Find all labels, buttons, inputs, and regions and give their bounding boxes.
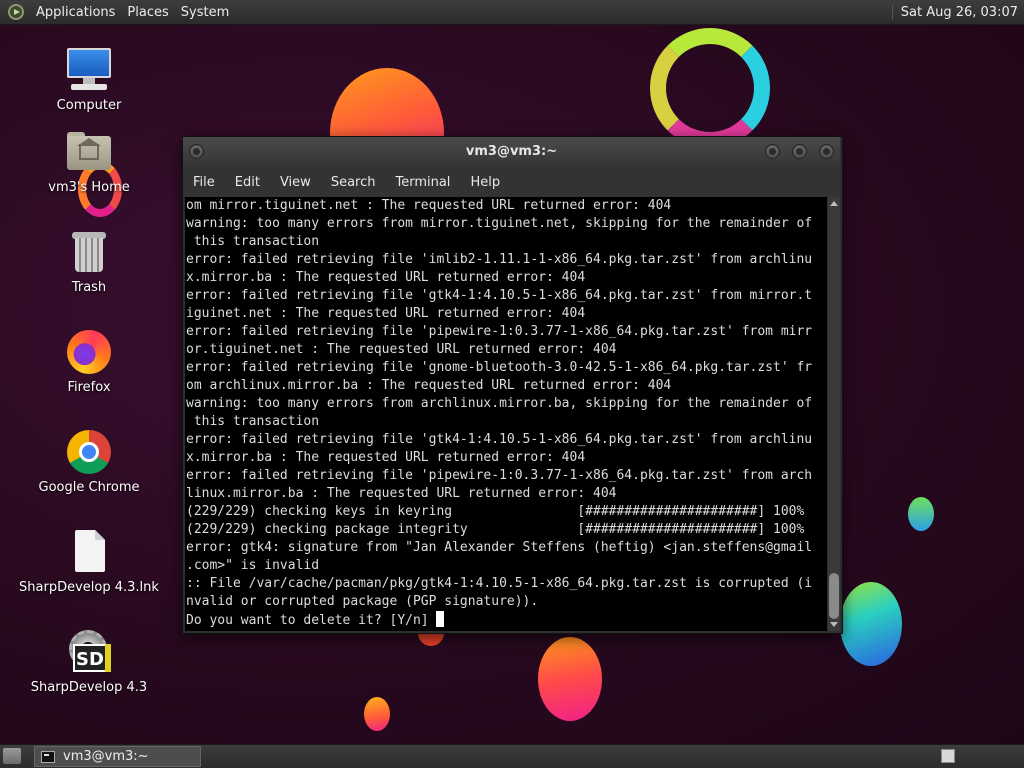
terminal-line: this transaction [186, 234, 320, 249]
terminal-line: error: failed retrieving file 'pipewire-… [186, 468, 813, 483]
file-icon [65, 528, 113, 576]
main-menu-icon[interactable] [8, 4, 24, 20]
window-title: vm3@vm3:~ [465, 144, 558, 159]
terminal-line: (229/229) checking package integrity [##… [186, 522, 805, 537]
terminal-line: (229/229) checking keys in keyring [####… [186, 504, 805, 519]
terminal-line: error: failed retrieving file 'gtk4-1:4.… [186, 432, 813, 447]
show-desktop-icon[interactable] [3, 748, 21, 764]
terminal-line: Do you want to delete it? [Y/n] [185, 611, 827, 629]
desktop-icon-sharpdevelop-lnk[interactable]: SharpDevelop 4.3.lnk [14, 528, 164, 595]
terminal-line: or.tiguinet.net : The requested URL retu… [186, 342, 617, 357]
terminal-line: error: failed retrieving file 'gtk4-1:4.… [186, 288, 813, 303]
decorative-bubble [364, 697, 390, 731]
menu-terminal[interactable]: Terminal [385, 175, 460, 190]
terminal-line: error: failed retrieving file 'gnome-blu… [186, 360, 813, 375]
menu-file[interactable]: File [183, 175, 225, 190]
desktop-icon-label: SharpDevelop 4.3 [30, 680, 148, 695]
terminal-scrollbar[interactable] [828, 197, 840, 631]
system-menu[interactable]: System [175, 5, 235, 20]
top-panel: Applications Places System Sat Aug 26, 0… [0, 0, 1024, 25]
maximize-button[interactable] [792, 144, 807, 159]
decorative-bubble [840, 582, 902, 666]
desktop-icon-label: Google Chrome [38, 480, 140, 495]
taskbar-item-label: vm3@vm3:~ [63, 749, 149, 764]
home-folder-icon [65, 128, 113, 176]
terminal-window: vm3@vm3:~ File Edit View Search Terminal… [182, 136, 843, 634]
scroll-thumb[interactable] [829, 573, 839, 619]
desktop-icon-label: vm3's Home [48, 180, 130, 195]
decorative-bubble [908, 497, 934, 531]
close-button[interactable] [819, 144, 834, 159]
scroll-down-arrow-icon[interactable] [830, 622, 838, 627]
desktop-icon-sharpdevelop[interactable]: SD SharpDevelop 4.3 [14, 628, 164, 695]
decorative-bubble [538, 637, 602, 721]
terminal-icon [41, 750, 55, 763]
terminal-line: iguinet.net : The requested URL returned… [186, 306, 586, 321]
terminal-line: error: gtk4: signature from "Jan Alexand… [186, 540, 813, 555]
desktop-icon-label: Trash [71, 280, 107, 295]
terminal-line: nvalid or corrupted package (PGP signatu… [186, 594, 539, 609]
terminal-line: .com>" is invalid [186, 558, 320, 573]
window-menu-icon[interactable] [189, 144, 204, 159]
terminal-output[interactable]: om mirror.tiguinet.net : The requested U… [185, 197, 827, 631]
minimize-button[interactable] [765, 144, 780, 159]
desktop-icon-firefox[interactable]: Firefox [14, 328, 164, 395]
chrome-icon [65, 428, 113, 476]
terminal-line: warning: too many errors from archlinux.… [186, 396, 813, 411]
computer-icon [65, 46, 113, 94]
menu-help[interactable]: Help [460, 175, 510, 190]
terminal-line: x.mirror.ba : The requested URL returned… [186, 450, 586, 465]
terminal-line: error: failed retrieving file 'imlib2-1.… [186, 252, 813, 267]
desktop-icon-trash[interactable]: Trash [14, 228, 164, 295]
terminal-line: linux.mirror.ba : The requested URL retu… [186, 486, 617, 501]
terminal-line: om archlinux.mirror.ba : The requested U… [186, 378, 672, 393]
menu-edit[interactable]: Edit [225, 175, 270, 190]
menu-search[interactable]: Search [321, 175, 386, 190]
terminal-line: om mirror.tiguinet.net : The requested U… [186, 198, 672, 213]
desktop-icon-label: SharpDevelop 4.3.lnk [19, 580, 159, 595]
desktop-icon-label: Computer [56, 98, 122, 113]
bottom-panel: vm3@vm3:~ [0, 744, 1024, 768]
firefox-icon [65, 328, 113, 376]
desktop-icon-chrome[interactable]: Google Chrome [14, 428, 164, 495]
desktop-icon-label: Firefox [67, 380, 111, 395]
terminal-menubar: File Edit View Search Terminal Help [183, 167, 840, 197]
scroll-up-arrow-icon[interactable] [830, 201, 838, 206]
window-titlebar[interactable]: vm3@vm3:~ [183, 137, 840, 167]
clock[interactable]: Sat Aug 26, 03:07 [891, 4, 1024, 20]
applications-menu[interactable]: Applications [30, 5, 121, 20]
terminal-cursor [436, 611, 445, 627]
terminal-line: x.mirror.ba : The requested URL returned… [186, 270, 586, 285]
decorative-ring [650, 28, 770, 148]
trash-icon [65, 228, 113, 276]
workspace-switcher[interactable] [941, 749, 955, 763]
taskbar-item-terminal[interactable]: vm3@vm3:~ [34, 746, 201, 767]
menu-view[interactable]: View [270, 175, 321, 190]
terminal-line: :: File /var/cache/pacman/pkg/gtk4-1:4.1… [186, 576, 813, 591]
terminal-line: warning: too many errors from mirror.tig… [186, 216, 813, 231]
desktop-icon-home[interactable]: vm3's Home [14, 128, 164, 195]
terminal-line: this transaction [186, 414, 320, 429]
terminal-line: error: failed retrieving file 'pipewire-… [186, 324, 813, 339]
sharpdevelop-icon: SD [65, 628, 113, 676]
desktop-icon-computer[interactable]: Computer [14, 46, 164, 113]
places-menu[interactable]: Places [121, 5, 174, 20]
